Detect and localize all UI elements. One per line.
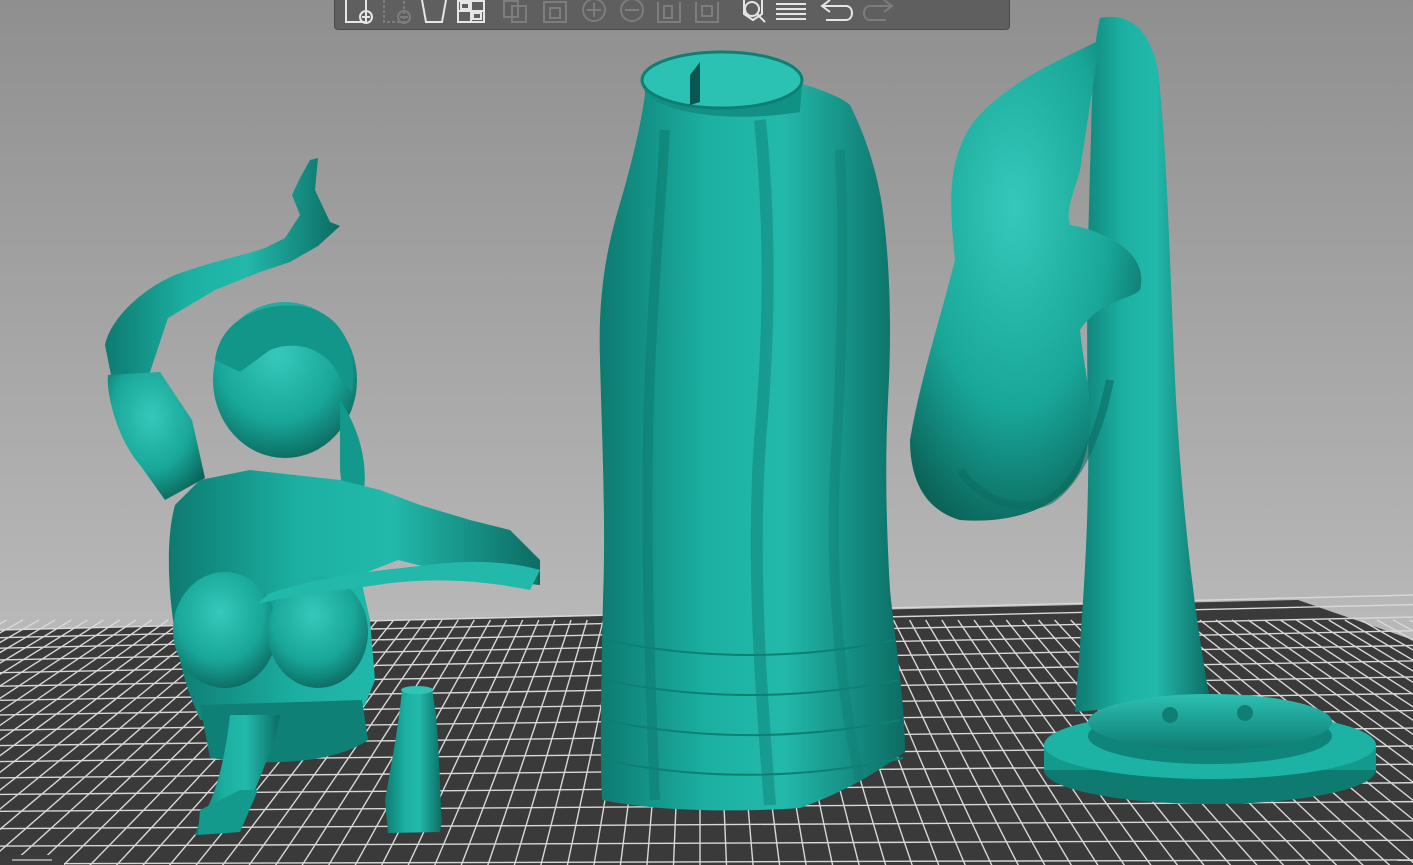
delete-all-button[interactable]	[415, 0, 453, 30]
add-file-button[interactable]	[339, 0, 377, 30]
paste-icon	[536, 0, 576, 30]
add-file-icon	[338, 0, 378, 30]
search-icon	[734, 0, 774, 30]
split-to-parts-button[interactable]	[689, 0, 727, 30]
undo-button[interactable]	[819, 0, 857, 30]
copy-button[interactable]	[499, 0, 537, 30]
layers-editing-icon	[772, 0, 812, 30]
arrange-icon	[452, 0, 492, 30]
undo-icon	[818, 0, 858, 30]
sidebar-collapse-tab[interactable]	[0, 855, 64, 865]
3d-viewport[interactable]	[0, 0, 1413, 865]
delete-all-icon	[414, 0, 454, 30]
copy-icon	[498, 0, 538, 30]
redo-button[interactable]	[857, 0, 895, 30]
remove-selection-icon	[376, 0, 416, 30]
split-to-parts-icon	[688, 0, 728, 30]
add-instance-icon	[574, 0, 614, 30]
remove-instance-button[interactable]	[613, 0, 651, 30]
paste-button[interactable]	[537, 0, 575, 30]
search-button[interactable]	[735, 0, 773, 30]
split-to-objects-icon	[650, 0, 690, 30]
scene-canvas[interactable]	[0, 0, 1413, 865]
skirt-model[interactable]	[599, 50, 905, 811]
arrange-button[interactable]	[453, 0, 491, 30]
add-instance-button[interactable]	[575, 0, 613, 30]
top-toolbar	[334, 0, 1010, 30]
remove-instance-icon	[612, 0, 652, 30]
redo-icon	[856, 0, 896, 30]
split-to-objects-button[interactable]	[651, 0, 689, 30]
remove-selection-button[interactable]	[377, 0, 415, 30]
layers-editing-button[interactable]	[773, 0, 811, 30]
